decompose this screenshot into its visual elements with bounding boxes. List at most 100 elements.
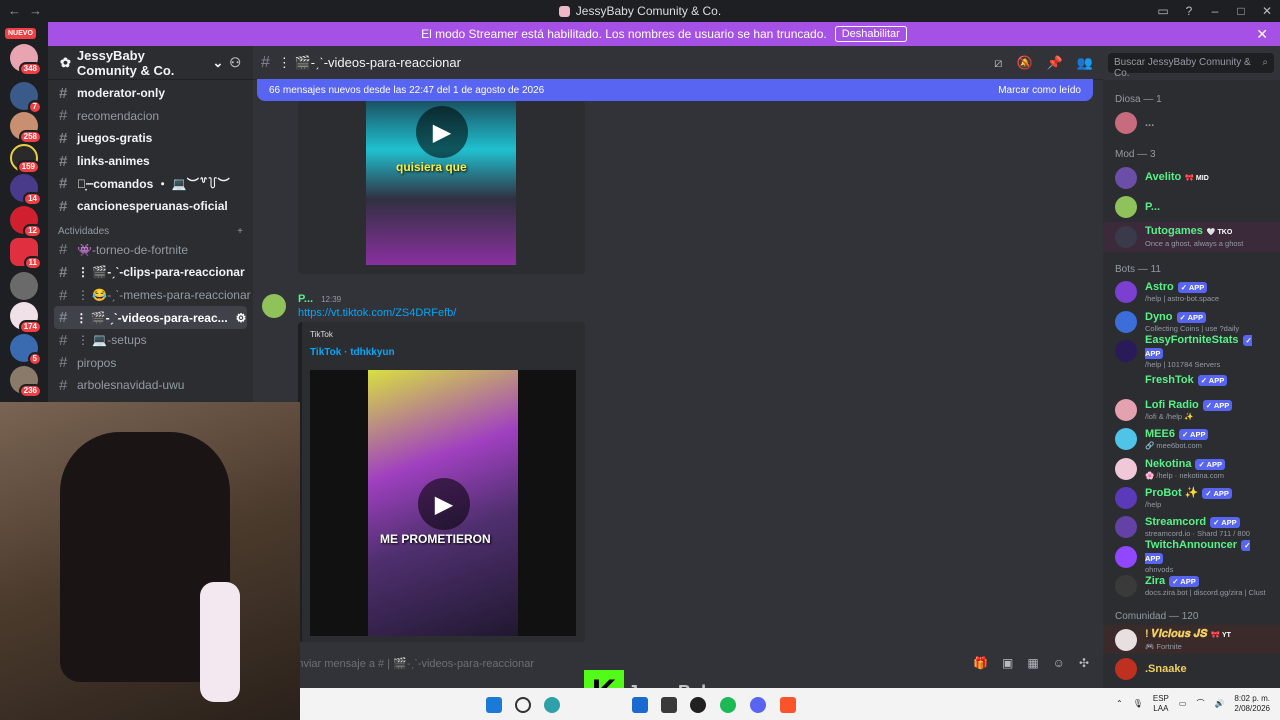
member-name: Dyno ✓ APP (1145, 311, 1239, 324)
server-icon[interactable]: 5 (10, 334, 42, 366)
member-item[interactable]: MEE6 ✓ APP 🔗 mee6bot.com (1103, 425, 1280, 454)
play-icon[interactable]: ▶ (418, 478, 470, 530)
channel-item[interactable]: # ⋮ 🎬-ˏˋ-clips-para-reaccionar (48, 261, 253, 284)
server-icon[interactable]: 348 (10, 44, 42, 76)
mute-icon[interactable]: 🔕 (1016, 55, 1032, 71)
add-user-icon[interactable]: ⚇ (229, 55, 241, 71)
channel-item[interactable]: # ╰͙┈comandos ・ 💻︶꒷꒦︶ (48, 172, 253, 195)
member-item[interactable]: FreshTok ✓ APP (1103, 366, 1280, 395)
settings-icon[interactable]: ⚙ (236, 311, 247, 325)
message-link[interactable]: https://vt.tiktok.com/ZS4DRFefb/ (298, 307, 456, 319)
avatar (1115, 398, 1137, 421)
server-icon[interactable]: 236 (10, 366, 42, 398)
display-icon[interactable]: ▭ (1179, 699, 1187, 709)
server-icon[interactable]: 12 (10, 206, 42, 238)
member-name: Lofi Radio ✓ APP (1145, 399, 1233, 412)
help-icon[interactable]: ? (1176, 4, 1202, 18)
channel-item[interactable]: # ⋮ 💻-setups (48, 329, 253, 352)
inbox-icon[interactable]: ▭ (1150, 4, 1176, 18)
threads-icon[interactable]: ⧄ (994, 55, 1002, 71)
clock[interactable]: 8:02 p. m. 2/08/2026 (1234, 694, 1270, 714)
channel-item[interactable]: # piropos (48, 352, 253, 375)
member-item[interactable]: Tutogames 🤍 TKO Once a ghost, always a gho… (1103, 222, 1280, 252)
message-input[interactable]: Enviar mensaje a # | 🎬-ˏˋ-videos-para-re… (290, 657, 534, 670)
video-embed[interactable]: ▶ quisiera que (298, 100, 585, 274)
message-composer[interactable]: Enviar mensaje a # | 🎬-ˏˋ-videos-para-re… (290, 650, 1095, 676)
avatar (1115, 486, 1137, 509)
member-item[interactable]: P... (1103, 193, 1280, 222)
add-channel-icon[interactable]: + (237, 226, 243, 237)
discord-icon[interactable] (750, 697, 766, 713)
channel-item[interactable]: # links-animes (48, 150, 253, 173)
wifi-icon[interactable]: ⌒ (1196, 699, 1204, 709)
member-name: Astro ✓ APP (1145, 281, 1219, 294)
brave-icon[interactable] (780, 697, 796, 713)
gift-icon[interactable]: 🎁 (973, 656, 988, 670)
server-icon[interactable]: 7 (10, 82, 42, 114)
member-item[interactable]: ... (1103, 108, 1280, 137)
disable-streamer-button[interactable]: Deshabilitar (834, 26, 907, 42)
server-icon[interactable]: 159 (10, 144, 40, 174)
member-item[interactable]: Dyno ✓ APP Collecting Coins | use ?daily (1103, 307, 1280, 336)
channel-item[interactable]: # cancionesperuanas-oficial (48, 195, 253, 218)
member-item[interactable]: Zira ✓ APP docs.zira.bot | discord.gg/zira… (1103, 571, 1280, 600)
member-item[interactable]: .Snaake (1103, 654, 1280, 683)
nav-arrows[interactable]: ←→ (8, 3, 50, 18)
channel-item[interactable]: # recomendacion (48, 105, 253, 128)
channel-item[interactable]: # moderator-only (48, 82, 253, 105)
streamer-banner-text: El modo Streamer está habilitado. Los no… (421, 27, 827, 41)
member-item[interactable]: ! 𝑽𝒊𝒄𝒊𝒐𝒖𝒔 𝑱𝑺 🎀 YT 🎮 Fortnite (1103, 624, 1280, 655)
minimize-button[interactable]: – (1202, 4, 1228, 18)
volume-icon[interactable]: 🔊 (1214, 699, 1224, 709)
obs-icon[interactable] (690, 697, 706, 713)
guild-header[interactable]: ✿ JessyBaby Comunity & Co. ⌄ ⚇ (48, 46, 253, 80)
member-item[interactable]: TwitchAnnouncer ✓ APP ohnvods (1103, 539, 1280, 574)
close-icon[interactable]: ✕ (1256, 26, 1268, 43)
window-controls: ▭ ? – □ ✕ (1150, 0, 1280, 22)
member-item[interactable]: Lofi Radio ✓ APP/lofi & /help ✨ (1103, 395, 1280, 424)
server-icon[interactable]: 174 (10, 302, 42, 334)
spotify-icon[interactable] (720, 697, 736, 713)
new-messages-bar[interactable]: 66 mensajes nuevos desde las 22:47 del 1… (257, 79, 1093, 101)
channel-item[interactable]: # 👾-torneo-de-fortnite (48, 239, 253, 262)
chevron-up-icon[interactable]: ⌃ (1116, 699, 1123, 709)
member-item[interactable]: EasyFortniteStats ✓ APP/help | 101784 Ser… (1103, 334, 1280, 369)
channel-item-active[interactable]: # ⋮ 🎬-ˏˋ-videos-para-reac... ⚙ (54, 306, 247, 329)
edge-icon[interactable] (544, 697, 560, 713)
app-icon[interactable] (661, 697, 677, 713)
maximize-button[interactable]: □ (1228, 4, 1254, 18)
member-item[interactable]: ProBot ✨ ✓ APP/help (1103, 483, 1280, 512)
server-icon[interactable]: 14 (10, 174, 42, 206)
category-header[interactable]: Actividades + (48, 218, 253, 239)
gif-icon[interactable]: ▣ (1002, 656, 1013, 670)
member-name: MEE6 ✓ APP (1145, 428, 1209, 441)
channel-item[interactable]: # arbolesnavidad-uwu (48, 374, 253, 397)
member-item[interactable]: Avelito 🎀 MID (1103, 163, 1280, 192)
embed-title[interactable]: TikTok · tdhkkyun (310, 347, 395, 358)
sticker-icon[interactable]: ▦ (1027, 656, 1038, 670)
member-item[interactable]: Streamcord ✓ APP streamcord.io · Shard 711… (1103, 513, 1280, 542)
avatar[interactable] (262, 294, 286, 318)
server-icon[interactable]: 11 (10, 238, 42, 270)
emoji-icon[interactable]: ☺ (1053, 656, 1065, 670)
server-icon[interactable]: 258 (10, 112, 42, 144)
close-button[interactable]: ✕ (1254, 4, 1280, 18)
server-icon[interactable] (10, 272, 38, 300)
members-icon[interactable]: 👥 (1077, 55, 1093, 71)
pin-icon[interactable]: 📌 (1047, 55, 1063, 71)
search-input[interactable]: Buscar JessyBaby Comunity & Co. ⌕ (1108, 53, 1274, 79)
channel-item[interactable]: # juegos-gratis (48, 127, 253, 150)
member-item[interactable]: Nekotina ✓ APP 🌸 /help · nekotina.com (1103, 454, 1280, 483)
apps-icon[interactable]: ✣ (1079, 656, 1089, 670)
language-indicator[interactable]: ESP LAA (1153, 694, 1169, 714)
outlook-icon[interactable] (632, 697, 648, 713)
mic-icon[interactable]: 🎙 (1133, 699, 1143, 709)
member-list: Diosa — 1 ... Mod — 3 Avelito 🎀 MID P... … (1103, 80, 1280, 688)
message-author[interactable]: P... (298, 293, 313, 305)
mark-read-button[interactable]: Marcar como leído (998, 85, 1081, 96)
play-icon[interactable]: ▶ (416, 106, 468, 158)
start-icon[interactable] (486, 697, 502, 713)
channel-item[interactable]: # ⋮ 😂-ˏˋ-memes-para-reaccionar (48, 284, 253, 307)
search-icon[interactable] (515, 697, 531, 713)
member-item[interactable]: Astro ✓ APP/help | astro-bot.space (1103, 278, 1280, 307)
